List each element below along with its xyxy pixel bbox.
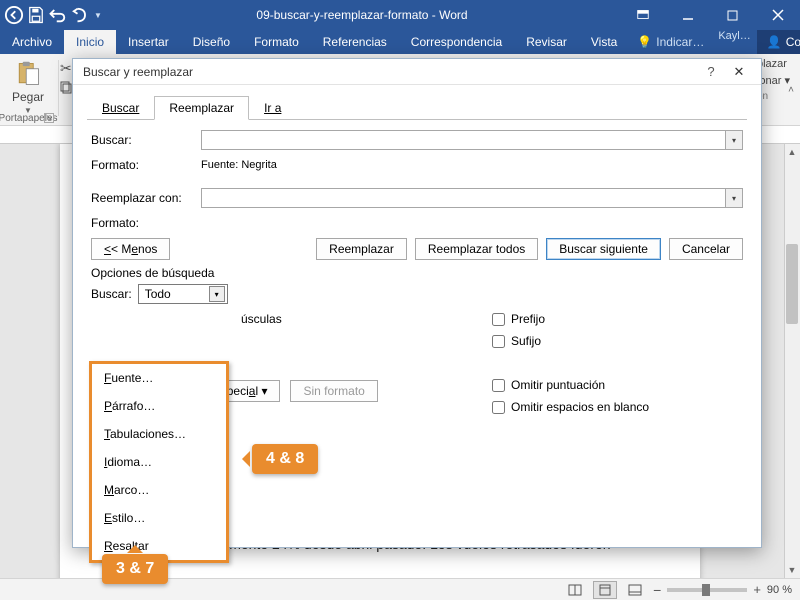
popup-style[interactable]: Estilo… — [92, 504, 226, 532]
tab-referencias[interactable]: Referencias — [311, 30, 399, 54]
find-replace-dialog: Buscar y reemplazar ? ✕ Buscar Reemplaza… — [72, 58, 762, 548]
redo-icon[interactable] — [70, 5, 90, 25]
chevron-down-icon[interactable]: ▾ — [725, 131, 742, 149]
ignore-space-checkbox[interactable]: Omitir espacios en blanco — [492, 400, 743, 414]
tab-vista[interactable]: Vista — [579, 30, 629, 54]
replace-input[interactable]: ▾ — [201, 188, 743, 208]
no-format-button[interactable]: Sin formato — [290, 380, 377, 402]
replace-all-button[interactable]: Reemplazar todos — [415, 238, 538, 260]
match-case-partial: úsculas — [241, 312, 282, 326]
ignore-punct-checkbox[interactable]: Omitir puntuación — [492, 378, 743, 392]
scroll-thumb[interactable] — [786, 244, 798, 324]
find-next-button[interactable]: Buscar siguiente — [546, 238, 661, 260]
share-button[interactable]: 👤Compartir — [757, 30, 800, 54]
cancel-button[interactable]: Cancelar — [669, 238, 743, 260]
tab-insertar[interactable]: Insertar — [116, 30, 181, 54]
format-popup-menu: Fuente… Párrafo… Tabulaciones… Idioma… M… — [89, 361, 229, 563]
minimize-button[interactable] — [665, 0, 710, 30]
ribbon-display-icon[interactable] — [620, 0, 665, 30]
chevron-down-icon[interactable]: ▾ — [725, 189, 742, 207]
less-button[interactable]: <<< Menos< Menos — [91, 238, 170, 260]
format-label-2: Formato: — [91, 216, 201, 230]
search-direction-value: Todo — [145, 287, 171, 301]
zoom-out-icon[interactable]: − — [653, 582, 661, 598]
lightbulb-icon: 💡 — [637, 35, 652, 49]
tab-archivo[interactable]: Archivo — [0, 30, 64, 54]
paste-button[interactable]: Pegar ▼ — [6, 58, 50, 117]
window-title: 09-buscar-y-reemplazar-formato - Word — [104, 8, 620, 22]
callout-4-8: 4 & 8 — [252, 444, 318, 474]
web-layout-icon[interactable] — [623, 581, 647, 599]
replace-label: Reemplazar con: — [91, 191, 201, 205]
suffix-checkbox[interactable]: Sufijo — [492, 334, 743, 348]
tab-replace[interactable]: Reemplazar — [154, 96, 249, 120]
popup-language[interactable]: Idioma… — [92, 448, 226, 476]
clipboard-expand-icon[interactable]: ↘ — [44, 113, 54, 123]
format-label-1: Formato: — [91, 158, 201, 172]
collapse-ribbon-icon[interactable]: ˄ — [788, 84, 794, 95]
tab-find[interactable]: Buscar — [87, 96, 154, 120]
print-layout-icon[interactable] — [593, 581, 617, 599]
title-bar: ▼ 09-buscar-y-reemplazar-formato - Word — [0, 0, 800, 30]
zoom-slider[interactable] — [667, 588, 747, 592]
tab-inicio[interactable]: Inicio — [64, 30, 116, 54]
replace-button[interactable]: Reemplazar — [316, 238, 407, 260]
ribbon-tabs: Archivo Inicio Insertar Diseño Formato R… — [0, 30, 800, 54]
chevron-down-icon[interactable]: ▾ — [209, 286, 225, 302]
find-label: Buscar: — [91, 133, 201, 147]
dialog-titlebar: Buscar y reemplazar ? ✕ — [73, 59, 761, 85]
scroll-up-icon[interactable]: ▲ — [784, 144, 800, 160]
dialog-close-button[interactable]: ✕ — [723, 61, 755, 83]
maximize-button[interactable] — [710, 0, 755, 30]
search-direction-select[interactable]: Todo ▾ — [138, 284, 228, 304]
share-icon: 👤 — [767, 35, 782, 49]
tab-formato[interactable]: Formato — [242, 30, 311, 54]
search-options-title: Opciones de búsqueda — [91, 266, 743, 280]
dialog-help-button[interactable]: ? — [699, 64, 723, 79]
popup-font[interactable]: Fuente… — [92, 364, 226, 392]
paste-label: Pegar — [12, 90, 44, 104]
tab-revisar[interactable]: Revisar — [514, 30, 579, 54]
qa-dropdown-icon[interactable]: ▼ — [92, 5, 104, 25]
find-format-value: Fuente: Negrita — [201, 159, 277, 171]
popup-frame[interactable]: Marco… — [92, 476, 226, 504]
clipboard-group: Pegar ▼ Portapapeles ↘ — [0, 54, 56, 125]
prefix-checkbox[interactable]: Prefijo — [492, 312, 743, 326]
zoom-level[interactable]: 90 % — [767, 584, 792, 596]
back-icon[interactable] — [4, 5, 24, 25]
tab-diseno[interactable]: Diseño — [181, 30, 242, 54]
find-input[interactable]: ▾ — [201, 130, 743, 150]
dialog-tabs: Buscar Reemplazar Ir a — [87, 95, 747, 120]
dialog-title: Buscar y reemplazar — [83, 65, 193, 79]
undo-icon[interactable] — [48, 5, 68, 25]
vertical-scrollbar[interactable]: ▲ ▼ — [784, 144, 800, 578]
popup-paragraph[interactable]: Párrafo… — [92, 392, 226, 420]
zoom-in-icon[interactable]: + — [753, 582, 761, 597]
callout-3-7: 3 & 7 — [102, 554, 168, 584]
tab-correspondencia[interactable]: Correspondencia — [399, 30, 514, 54]
user-name[interactable]: Kayl… — [712, 30, 756, 54]
tell-me[interactable]: 💡Indicar… — [629, 30, 712, 54]
save-icon[interactable] — [26, 5, 46, 25]
zoom-thumb[interactable] — [702, 584, 710, 596]
search-direction-label: Buscar: — [91, 287, 132, 301]
close-button[interactable] — [755, 0, 800, 30]
scroll-down-icon[interactable]: ▼ — [784, 562, 800, 578]
popup-tabs[interactable]: Tabulaciones… — [92, 420, 226, 448]
tab-goto[interactable]: Ir a — [249, 96, 296, 120]
read-mode-icon[interactable] — [563, 581, 587, 599]
